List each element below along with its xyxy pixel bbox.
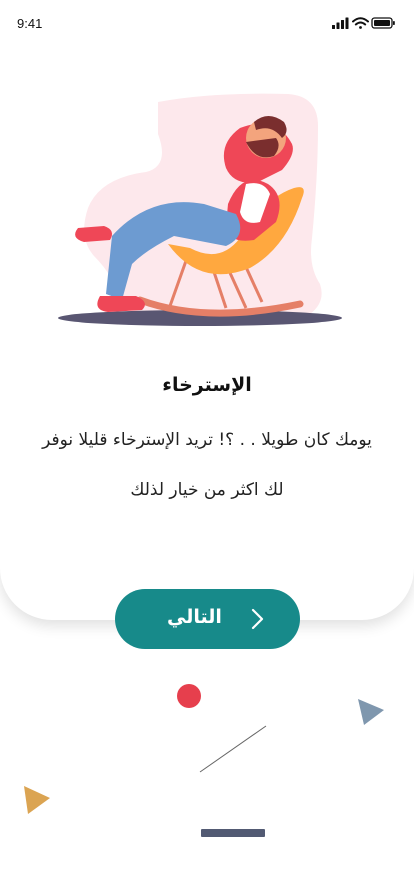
next-button[interactable]: التالي [115, 589, 300, 649]
chevron-right-icon [251, 608, 264, 630]
onboarding-title: الإسترخاء [162, 374, 252, 396]
onboarding-card: 9:41 الإسترخاء يومك كان طويلا . . ؟! تري… [0, 0, 414, 620]
onboarding-description-line-1: يومك كان طويلا . . ؟! تريد الإسترخاء قلي… [42, 430, 372, 450]
battery-icon [371, 17, 395, 29]
cellular-signal-icon [332, 17, 349, 29]
decorative-triangle-blue [358, 699, 384, 725]
next-button-label: التالي [167, 606, 222, 628]
status-time: 9:41 [17, 16, 43, 31]
decorative-line [199, 725, 267, 773]
relaxing-man-illustration [58, 93, 342, 326]
wifi-icon [352, 17, 369, 29]
slipper-back [75, 226, 112, 242]
onboarding-description-line-2: لك اكثر من خيار لذلك [130, 480, 284, 500]
slipper-front [97, 296, 145, 312]
status-bar: 9:41 [0, 0, 414, 46]
home-indicator [201, 829, 265, 837]
status-icons [332, 17, 395, 29]
decorative-triangle-gold [24, 786, 50, 814]
decorative-circle [177, 684, 201, 708]
